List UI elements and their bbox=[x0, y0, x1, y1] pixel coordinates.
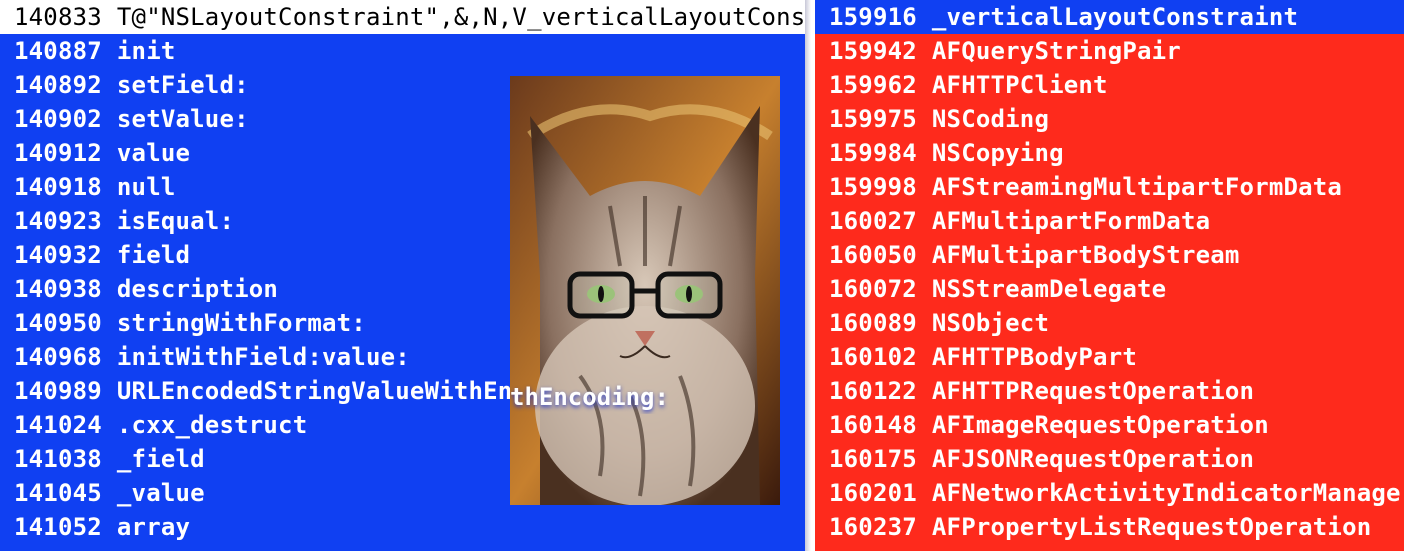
symbol-row[interactable]: 160089 NSObject bbox=[815, 306, 1404, 340]
offset: 159984 bbox=[829, 139, 917, 167]
symbol-row[interactable]: 160072 NSStreamDelegate bbox=[815, 272, 1404, 306]
symbol-name: description bbox=[116, 275, 279, 303]
offset: 140950 bbox=[14, 309, 102, 337]
symbol-row[interactable]: 159962 AFHTTPClient bbox=[815, 68, 1404, 102]
offset: 140887 bbox=[14, 37, 102, 65]
symbol-name: array bbox=[116, 513, 191, 541]
symbol-name: AFHTTPBodyPart bbox=[931, 343, 1137, 371]
offset: 160237 bbox=[829, 513, 917, 541]
symbol-name: AFHTTPRequestOperation bbox=[931, 377, 1255, 405]
offset: 140902 bbox=[14, 105, 102, 133]
offset: 159962 bbox=[829, 71, 917, 99]
symbol-name: AFMultipartBodyStream bbox=[931, 241, 1240, 269]
symbol-name: AFHTTPClient bbox=[931, 71, 1108, 99]
symbol-row[interactable]: 159942 AFQueryStringPair bbox=[815, 34, 1404, 68]
symbol-name: setField: bbox=[116, 71, 249, 99]
symbol-row[interactable]: 160102 AFHTTPBodyPart bbox=[815, 340, 1404, 374]
offset: 159942 bbox=[829, 37, 917, 65]
symbol-name: .cxx_destruct bbox=[116, 411, 308, 439]
overlay-text: thEncoding: bbox=[510, 383, 669, 411]
symbol-name: initWithField:value: bbox=[116, 343, 410, 371]
symbol-name: NSCoding bbox=[931, 105, 1050, 133]
offset: 160122 bbox=[829, 377, 917, 405]
offset: 159998 bbox=[829, 173, 917, 201]
symbol-row[interactable]: 160148 AFImageRequestOperation bbox=[815, 408, 1404, 442]
symbol-row[interactable]: 140887 init bbox=[0, 34, 805, 68]
offset: 140938 bbox=[14, 275, 102, 303]
symbol-row[interactable]: 160122 AFHTTPRequestOperation bbox=[815, 374, 1404, 408]
symbol-name: NSObject bbox=[931, 309, 1050, 337]
selected-row[interactable]: 159916 _verticalLayoutConstraint bbox=[815, 0, 1404, 34]
symbol-name: stringWithFormat: bbox=[116, 309, 366, 337]
symbol-name: AFMultipartFormData bbox=[931, 207, 1211, 235]
symbol-name: T@"NSLayoutConstraint",&,N,V_verticalLay… bbox=[116, 3, 805, 31]
symbol-name: AFNetworkActivityIndicatorManager bbox=[931, 479, 1404, 507]
offset: 141038 bbox=[14, 445, 102, 473]
symbol-name: _field bbox=[116, 445, 205, 473]
symbol-row[interactable]: 141052 array bbox=[0, 510, 805, 544]
symbol-name: AFJSONRequestOperation bbox=[931, 445, 1255, 473]
offset: 140968 bbox=[14, 343, 102, 371]
symbol-name: _verticalLayoutConstraint bbox=[931, 3, 1299, 31]
symbol-row[interactable]: 159998 AFStreamingMultipartFormData bbox=[815, 170, 1404, 204]
symbol-row[interactable]: 160175 AFJSONRequestOperation bbox=[815, 442, 1404, 476]
offset: 140918 bbox=[14, 173, 102, 201]
offset: 141045 bbox=[14, 479, 102, 507]
symbol-name: field bbox=[116, 241, 191, 269]
offset: 140989 bbox=[14, 377, 102, 405]
offset: 160201 bbox=[829, 479, 917, 507]
offset: 140892 bbox=[14, 71, 102, 99]
symbol-row[interactable]: 160237 AFPropertyListRequestOperation bbox=[815, 510, 1404, 544]
symbol-name: NSCopying bbox=[931, 139, 1064, 167]
cat-with-glasses-image bbox=[510, 76, 780, 505]
offset: 140912 bbox=[14, 139, 102, 167]
offset: 140932 bbox=[14, 241, 102, 269]
offset: 140833 bbox=[14, 3, 102, 31]
panel-divider bbox=[805, 0, 815, 551]
offset: 140923 bbox=[14, 207, 102, 235]
symbol-name: value bbox=[116, 139, 191, 167]
right-symbol-list: 159916 _verticalLayoutConstraint 159942 AFQ… bbox=[815, 0, 1404, 551]
offset: 160175 bbox=[829, 445, 917, 473]
symbol-name: isEqual: bbox=[116, 207, 235, 235]
symbol-name: init bbox=[116, 37, 176, 65]
symbol-name: NSStreamDelegate bbox=[931, 275, 1167, 303]
offset: 159916 bbox=[829, 3, 917, 31]
offset: 160089 bbox=[829, 309, 917, 337]
offset: 159975 bbox=[829, 105, 917, 133]
symbol-row[interactable]: 160050 AFMultipartBodyStream bbox=[815, 238, 1404, 272]
symbol-row[interactable]: 159975 NSCoding bbox=[815, 102, 1404, 136]
symbol-name: setValue: bbox=[116, 105, 249, 133]
symbol-name: null bbox=[116, 173, 176, 201]
symbol-name: AFStreamingMultipartFormData bbox=[931, 173, 1343, 201]
symbol-row[interactable]: 160027 AFMultipartFormData bbox=[815, 204, 1404, 238]
offset: 160027 bbox=[829, 207, 917, 235]
symbol-row[interactable]: 159984 NSCopying bbox=[815, 136, 1404, 170]
offset: 160072 bbox=[829, 275, 917, 303]
symbol-name: AFPropertyListRequestOperation bbox=[931, 513, 1372, 541]
offset: 160102 bbox=[829, 343, 917, 371]
offset: 160050 bbox=[829, 241, 917, 269]
offset: 160148 bbox=[829, 411, 917, 439]
offset: 141024 bbox=[14, 411, 102, 439]
symbol-name: AFQueryStringPair bbox=[931, 37, 1181, 65]
symbol-name: AFImageRequestOperation bbox=[931, 411, 1269, 439]
selected-row[interactable]: 140833 T@"NSLayoutConstraint",&,N,V_verti… bbox=[0, 0, 805, 34]
symbol-row[interactable]: 160201 AFNetworkActivityIndicatorManager bbox=[815, 476, 1404, 510]
symbol-name: _value bbox=[116, 479, 205, 507]
offset: 141052 bbox=[14, 513, 102, 541]
